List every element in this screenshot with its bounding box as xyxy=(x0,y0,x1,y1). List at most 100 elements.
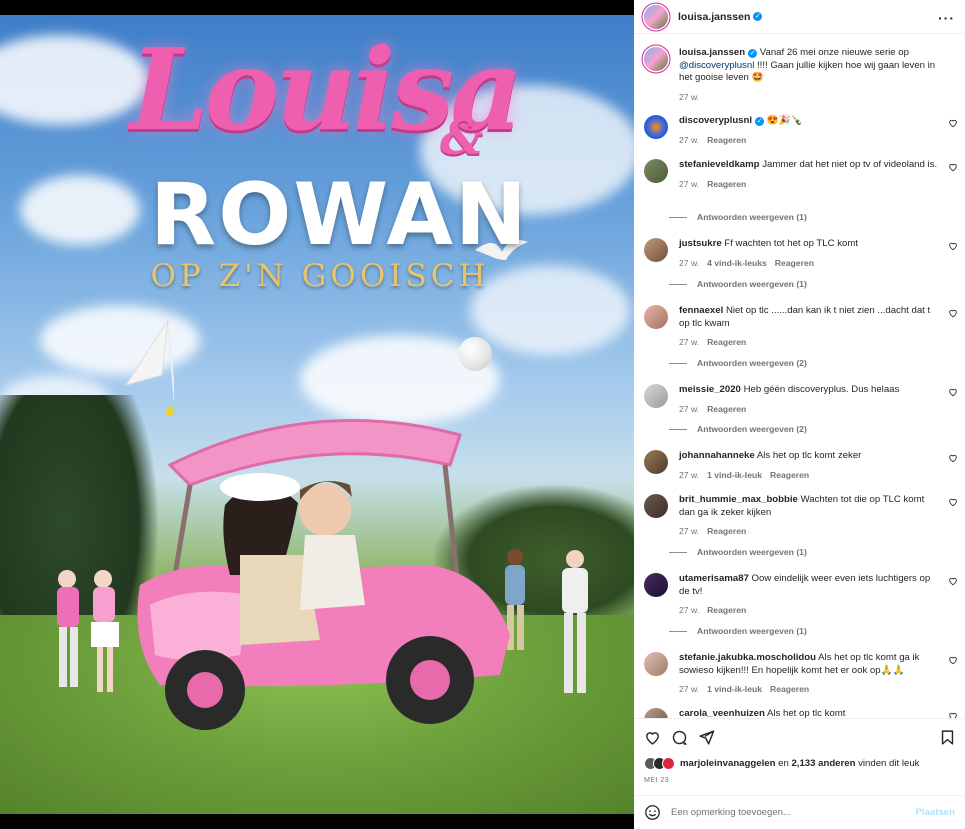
caption-avatar[interactable] xyxy=(644,47,668,71)
heart-icon[interactable] xyxy=(948,241,958,251)
reply-button[interactable]: Reageren xyxy=(707,135,746,145)
view-replies-button[interactable]: Antwoorden weergeven (2) xyxy=(669,358,807,368)
comment-username[interactable]: johannahanneke xyxy=(679,450,755,461)
post-comment-button[interactable]: Plaatsen xyxy=(916,807,955,818)
view-replies-button[interactable]: Antwoorden weergeven (1) xyxy=(669,279,807,289)
likes-middle: en xyxy=(778,758,789,769)
reply-button[interactable]: Reageren xyxy=(770,470,809,480)
likes-suffix: vinden dit leuk xyxy=(858,758,920,769)
comment-username[interactable]: justsukre xyxy=(679,238,722,249)
heart-icon[interactable] xyxy=(948,453,958,463)
liker-avatar xyxy=(662,757,675,770)
reply-button[interactable]: Reageren xyxy=(707,526,746,536)
comment-username[interactable]: fennaexel xyxy=(679,305,723,316)
comment-avatar[interactable] xyxy=(644,652,668,676)
comment-username[interactable]: stefanie.jakubka.moscholidou xyxy=(679,652,816,663)
post-panel: louisa.janssen ✓ ··· louisa.janssen ✓ Van… xyxy=(634,0,965,829)
comment-composer: Een opmerking toevoegen... Plaatsen xyxy=(634,795,965,829)
comment-time[interactable]: 27 w. xyxy=(679,470,699,480)
caption-text-before: Vanaf 26 mei onze nieuwe serie op xyxy=(759,47,909,58)
heart-icon[interactable] xyxy=(948,308,958,318)
heart-icon[interactable] xyxy=(948,387,958,397)
comment-avatar[interactable] xyxy=(644,384,668,408)
view-replies-label[interactable]: Antwoorden weergeven (1) xyxy=(697,212,807,222)
title-ampersand: & xyxy=(440,110,484,166)
comment-text: 😍🎉🍾 xyxy=(766,115,803,126)
view-replies-label[interactable]: Antwoorden weergeven (2) xyxy=(697,424,807,434)
reply-button[interactable]: Reageren xyxy=(707,605,746,615)
comment-time[interactable]: 27 w. xyxy=(679,179,699,189)
comment-time[interactable]: 27 w. xyxy=(679,404,699,414)
view-replies-label[interactable]: Antwoorden weergeven (1) xyxy=(697,547,807,557)
heart-icon[interactable] xyxy=(948,118,958,128)
comment-text: Jammer dat het niet op tv of videoland i… xyxy=(762,159,938,170)
comment-avatar[interactable] xyxy=(644,159,668,183)
action-bar: marjoleinvanaggelen en 2,133 anderen vin… xyxy=(634,718,965,793)
emoji-icon[interactable] xyxy=(644,804,661,821)
comment-avatar[interactable] xyxy=(644,115,668,139)
author-avatar[interactable] xyxy=(644,4,668,29)
heart-icon[interactable] xyxy=(948,655,958,665)
reply-button[interactable]: Reageren xyxy=(707,337,746,347)
heart-icon[interactable] xyxy=(948,497,958,507)
heart-icon[interactable] xyxy=(644,729,661,746)
comment-username[interactable]: carola_veenhuizen xyxy=(679,708,765,718)
comment-time[interactable]: 27 w. xyxy=(679,135,699,145)
comment-username[interactable]: brit_hummie_max_bobbie xyxy=(679,494,798,505)
likes-summary[interactable]: marjoleinvanaggelen en 2,133 anderen vin… xyxy=(644,757,919,770)
share-icon[interactable] xyxy=(698,729,715,746)
view-replies-label[interactable]: Antwoorden weergeven (2) xyxy=(697,358,807,368)
reply-button[interactable]: Reageren xyxy=(707,179,746,189)
comment-avatar[interactable] xyxy=(644,450,668,474)
comment-username[interactable]: utamerisama87 xyxy=(679,573,749,584)
view-replies-button[interactable]: Antwoorden weergeven (1) xyxy=(669,212,807,222)
heart-icon[interactable] xyxy=(948,576,958,586)
comment-time[interactable]: 27 w. xyxy=(679,258,699,268)
comment-time[interactable]: 27 w. xyxy=(679,684,699,694)
caption-mention[interactable]: @discoveryplusnl xyxy=(679,60,754,71)
more-icon[interactable]: ··· xyxy=(938,10,955,26)
comment-likes[interactable]: 1 vind-ik-leuk xyxy=(707,470,762,480)
title-subtitle: OP Z'N GOOISCH xyxy=(150,258,490,294)
post-header: louisa.janssen ✓ ··· xyxy=(634,0,965,34)
comment-time[interactable]: 27 w. xyxy=(679,526,699,536)
comment-username[interactable]: stefanieveldkamp xyxy=(679,159,760,170)
comment-time[interactable]: 27 w. xyxy=(679,605,699,615)
comments-list[interactable]: louisa.janssen ✓ Vanaf 26 mei onze nieuwe… xyxy=(634,35,965,718)
heart-icon[interactable] xyxy=(948,711,958,718)
likes-others[interactable]: 2,133 anderen xyxy=(791,758,855,769)
author-username[interactable]: louisa.janssen xyxy=(678,11,750,23)
view-replies-button[interactable]: Antwoorden weergeven (1) xyxy=(669,547,807,557)
pink-golf-cart xyxy=(137,419,510,730)
reply-button[interactable]: Reageren xyxy=(775,258,814,268)
comment-avatar[interactable] xyxy=(644,494,668,518)
comment-avatar[interactable] xyxy=(644,708,668,718)
view-replies-button[interactable]: Antwoorden weergeven (1) xyxy=(669,626,807,636)
title-main: ROWAN xyxy=(150,165,529,265)
comment-avatar[interactable] xyxy=(644,573,668,597)
liker-username[interactable]: marjoleinvanaggelen xyxy=(680,758,775,769)
verified-icon: ✓ xyxy=(753,12,763,21)
caption-time[interactable]: 27 w. xyxy=(679,92,699,102)
view-replies-label[interactable]: Antwoorden weergeven (1) xyxy=(697,626,807,636)
comment-username[interactable]: meissie_2020 xyxy=(679,384,741,395)
comment-time[interactable]: 27 w. xyxy=(679,337,699,347)
heart-icon[interactable] xyxy=(948,162,958,172)
comment-likes[interactable]: 1 vind-ik-leuk xyxy=(707,684,762,694)
reply-button[interactable]: Reageren xyxy=(707,404,746,414)
comment-icon[interactable] xyxy=(671,729,688,746)
comment-username[interactable]: discoveryplusnl xyxy=(679,115,752,126)
bookmark-icon[interactable] xyxy=(939,729,956,746)
view-replies-label[interactable]: Antwoorden weergeven (1) xyxy=(697,279,807,289)
view-replies-button[interactable]: Antwoorden weergeven (2) xyxy=(669,424,807,434)
reply-button[interactable]: Reageren xyxy=(770,684,809,694)
verified-icon: ✓ xyxy=(748,49,758,58)
verified-icon: ✓ xyxy=(755,117,765,126)
comment-input[interactable]: Een opmerking toevoegen... xyxy=(671,807,916,818)
caption-username[interactable]: louisa.janssen xyxy=(679,47,745,58)
post-date[interactable]: MEI 23 xyxy=(644,777,669,784)
post-image[interactable]: Louisa & ROWAN OP Z'N GOOISCH xyxy=(0,15,634,814)
comment-avatar[interactable] xyxy=(644,305,668,329)
comment-likes[interactable]: 4 vind-ik-leuks xyxy=(707,258,767,268)
comment-avatar[interactable] xyxy=(644,238,668,262)
